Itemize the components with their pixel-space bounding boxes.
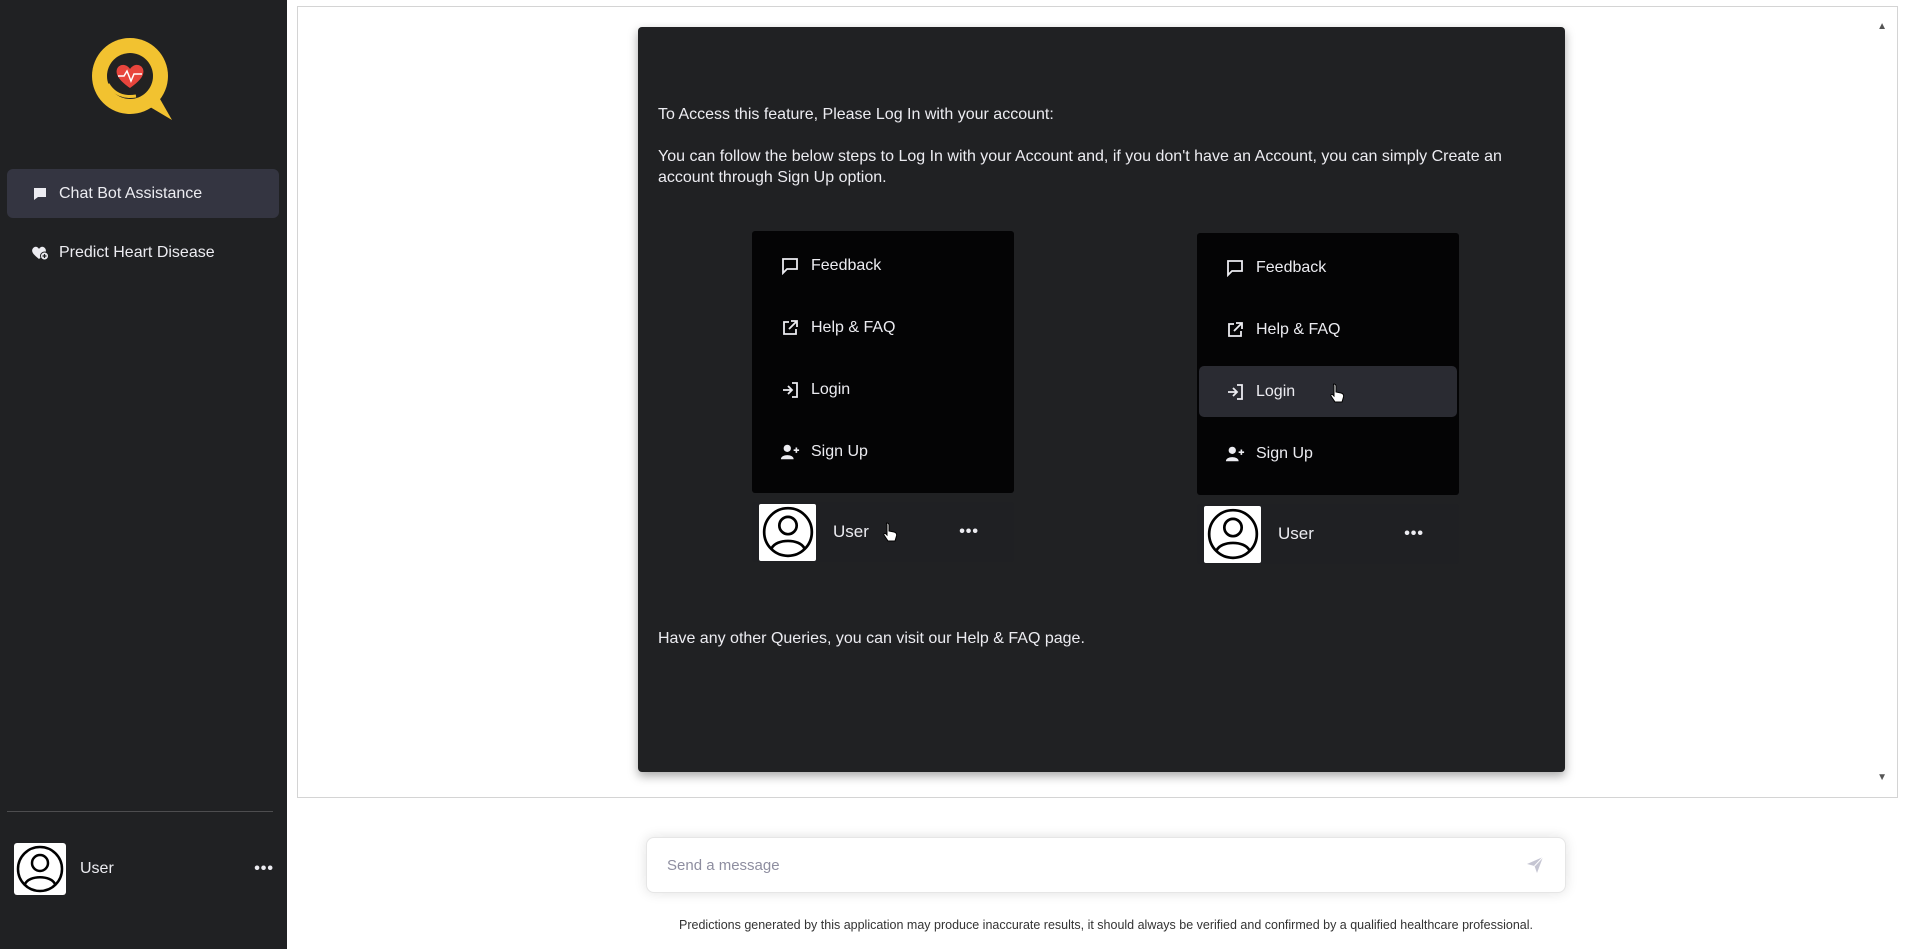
- intro-text: To Access this feature, Please Log In wi…: [658, 106, 1054, 123]
- user-bar-illustration-right: User •••: [1197, 504, 1459, 564]
- sidebar-user[interactable]: User •••: [14, 843, 274, 895]
- scroll-up-arrow-icon[interactable]: ▲: [1877, 21, 1887, 32]
- send-button[interactable]: [1515, 845, 1555, 885]
- hand-cursor-icon: [882, 522, 898, 542]
- menu-item-help-faq: Help & FAQ: [1199, 304, 1457, 355]
- footer-text: Have any other Queries, you can visit ou…: [658, 630, 1085, 647]
- external-link-icon: [780, 318, 800, 338]
- menu-item-sign-up: Sign Up: [754, 426, 1012, 477]
- avatar: [759, 503, 816, 561]
- avatar: [14, 843, 66, 895]
- login-icon: [1225, 382, 1245, 402]
- sidebar: Chat Bot Assistance Predict Heart Diseas…: [0, 0, 287, 949]
- menu-item-label: Sign Up: [811, 442, 868, 460]
- menu-item-label: Help & FAQ: [811, 318, 896, 336]
- user-name: User: [1278, 524, 1314, 543]
- menu-item-help-faq: Help & FAQ: [754, 302, 1012, 353]
- sidebar-item-predict-heart-disease[interactable]: Predict Heart Disease: [7, 228, 279, 277]
- hand-cursor-icon: [1329, 383, 1345, 403]
- user-plus-icon: [1225, 444, 1245, 464]
- chat-frame: ▲ ▼ To Access this feature, Please Log I…: [297, 6, 1898, 798]
- menu-item-feedback: Feedback: [754, 240, 1012, 291]
- sidebar-item-chat-bot-assistance[interactable]: Chat Bot Assistance: [7, 169, 279, 218]
- menu-item-label: Feedback: [1256, 258, 1327, 276]
- more-options-icon: •••: [959, 523, 979, 540]
- login-info-card: To Access this feature, Please Log In wi…: [638, 27, 1565, 772]
- menu-item-label: Login: [1256, 382, 1296, 400]
- menu-item-label: Help & FAQ: [1256, 320, 1341, 338]
- login-icon: [780, 380, 800, 400]
- message-square-icon: [1225, 258, 1245, 278]
- menu-illustration-right: Feedback Help & FAQ Login Sign Up: [1197, 233, 1459, 495]
- menu-item-feedback: Feedback: [1199, 242, 1457, 293]
- heart-add-icon: [31, 244, 49, 262]
- user-plus-icon: [780, 442, 800, 462]
- disclaimer-text: Predictions generated by this applicatio…: [679, 918, 1533, 932]
- sidebar-divider: [7, 811, 273, 812]
- app-logo: [90, 36, 174, 120]
- menu-item-label: Sign Up: [1256, 444, 1313, 462]
- chat-icon: [31, 185, 49, 203]
- scroll-down-arrow-icon[interactable]: ▼: [1877, 772, 1887, 783]
- message-composer: [646, 837, 1566, 893]
- menu-item-login: Login: [754, 364, 1012, 415]
- user-bar-illustration-left: User •••: [752, 502, 1014, 562]
- user-name: User: [80, 860, 114, 877]
- sidebar-item-label: Chat Bot Assistance: [59, 184, 203, 202]
- avatar: [1204, 505, 1261, 563]
- menu-item-label: Feedback: [811, 256, 882, 274]
- send-icon: [1527, 856, 1544, 873]
- external-link-icon: [1225, 320, 1245, 340]
- sidebar-item-label: Predict Heart Disease: [59, 243, 215, 261]
- more-options-icon: •••: [1404, 525, 1424, 542]
- more-options-button[interactable]: •••: [254, 860, 274, 878]
- menu-item-label: Login: [811, 380, 851, 398]
- menu-illustration-left: Feedback Help & FAQ Login Sign Up: [752, 231, 1014, 493]
- message-input[interactable]: [647, 838, 1515, 892]
- message-square-icon: [780, 256, 800, 276]
- menu-item-sign-up: Sign Up: [1199, 428, 1457, 479]
- steps-text: You can follow the below steps to Log In…: [658, 148, 1502, 186]
- menu-item-login-hovered: Login: [1199, 366, 1457, 417]
